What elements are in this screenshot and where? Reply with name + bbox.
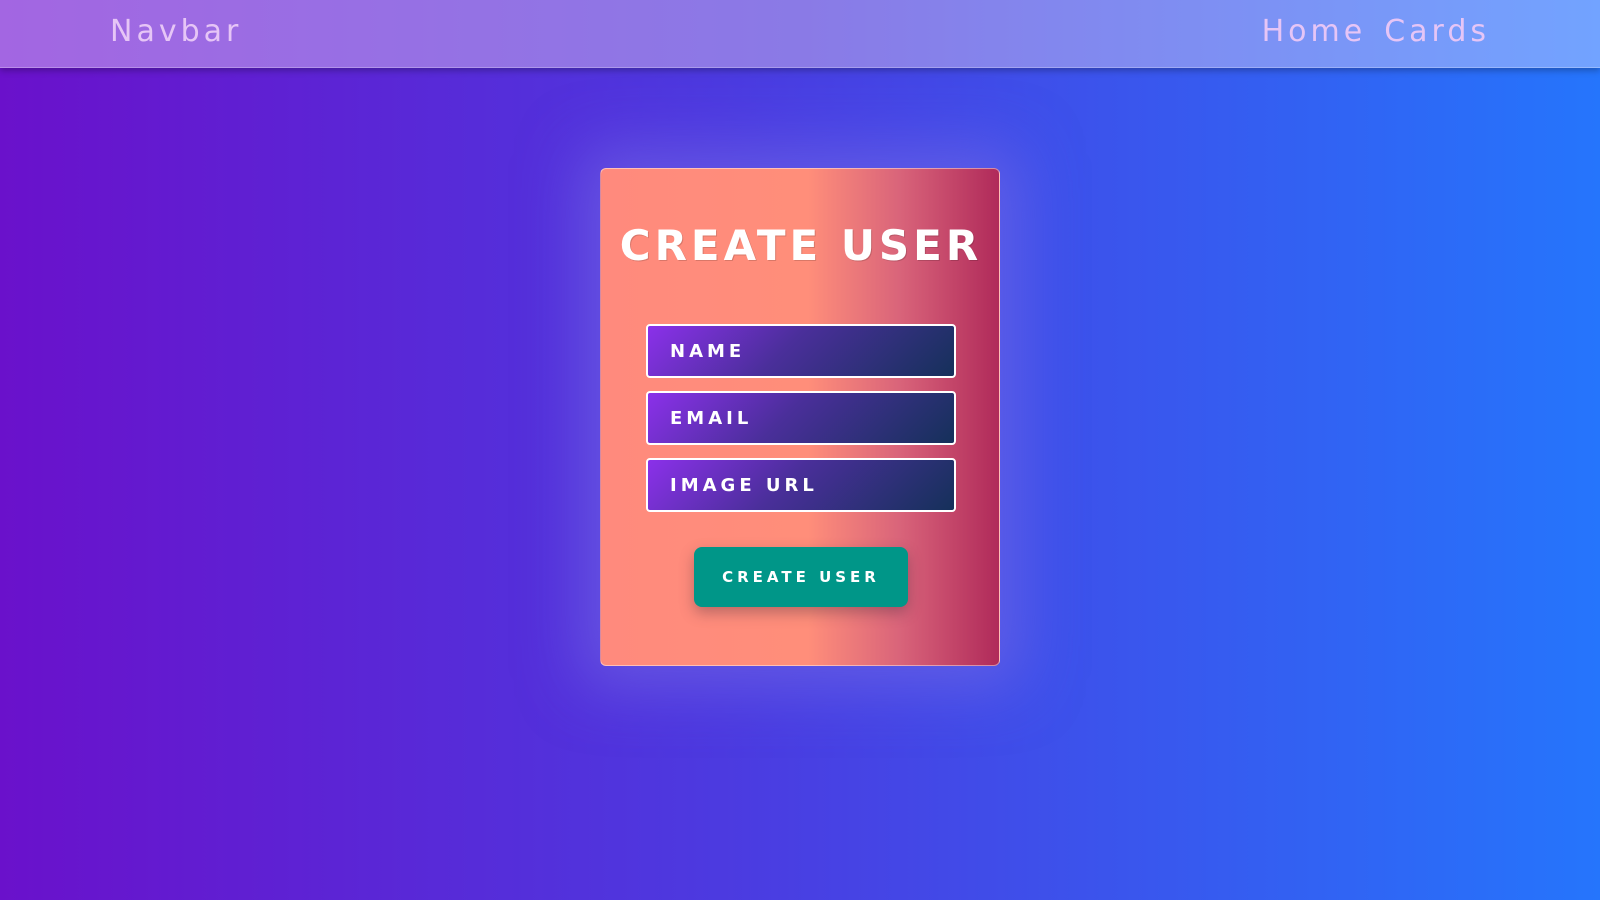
email-input[interactable] xyxy=(670,407,954,429)
nav-link-home[interactable]: Home xyxy=(1262,14,1367,49)
name-field-box xyxy=(646,324,956,378)
form-title: CREATE USER xyxy=(619,221,983,270)
image-url-field-box xyxy=(646,458,956,512)
nav-link-cards[interactable]: Cards xyxy=(1384,14,1490,49)
create-user-button[interactable]: CREATE USER xyxy=(694,547,908,607)
email-field-box xyxy=(646,391,956,445)
nav-links: Home Cards xyxy=(1262,14,1490,49)
name-input[interactable] xyxy=(670,340,954,362)
navbar-brand[interactable]: Navbar xyxy=(110,14,242,49)
navbar: Navbar Home Cards xyxy=(0,0,1600,68)
image-url-input[interactable] xyxy=(670,474,954,496)
create-user-card: CREATE USER CREATE USER xyxy=(600,168,1000,666)
